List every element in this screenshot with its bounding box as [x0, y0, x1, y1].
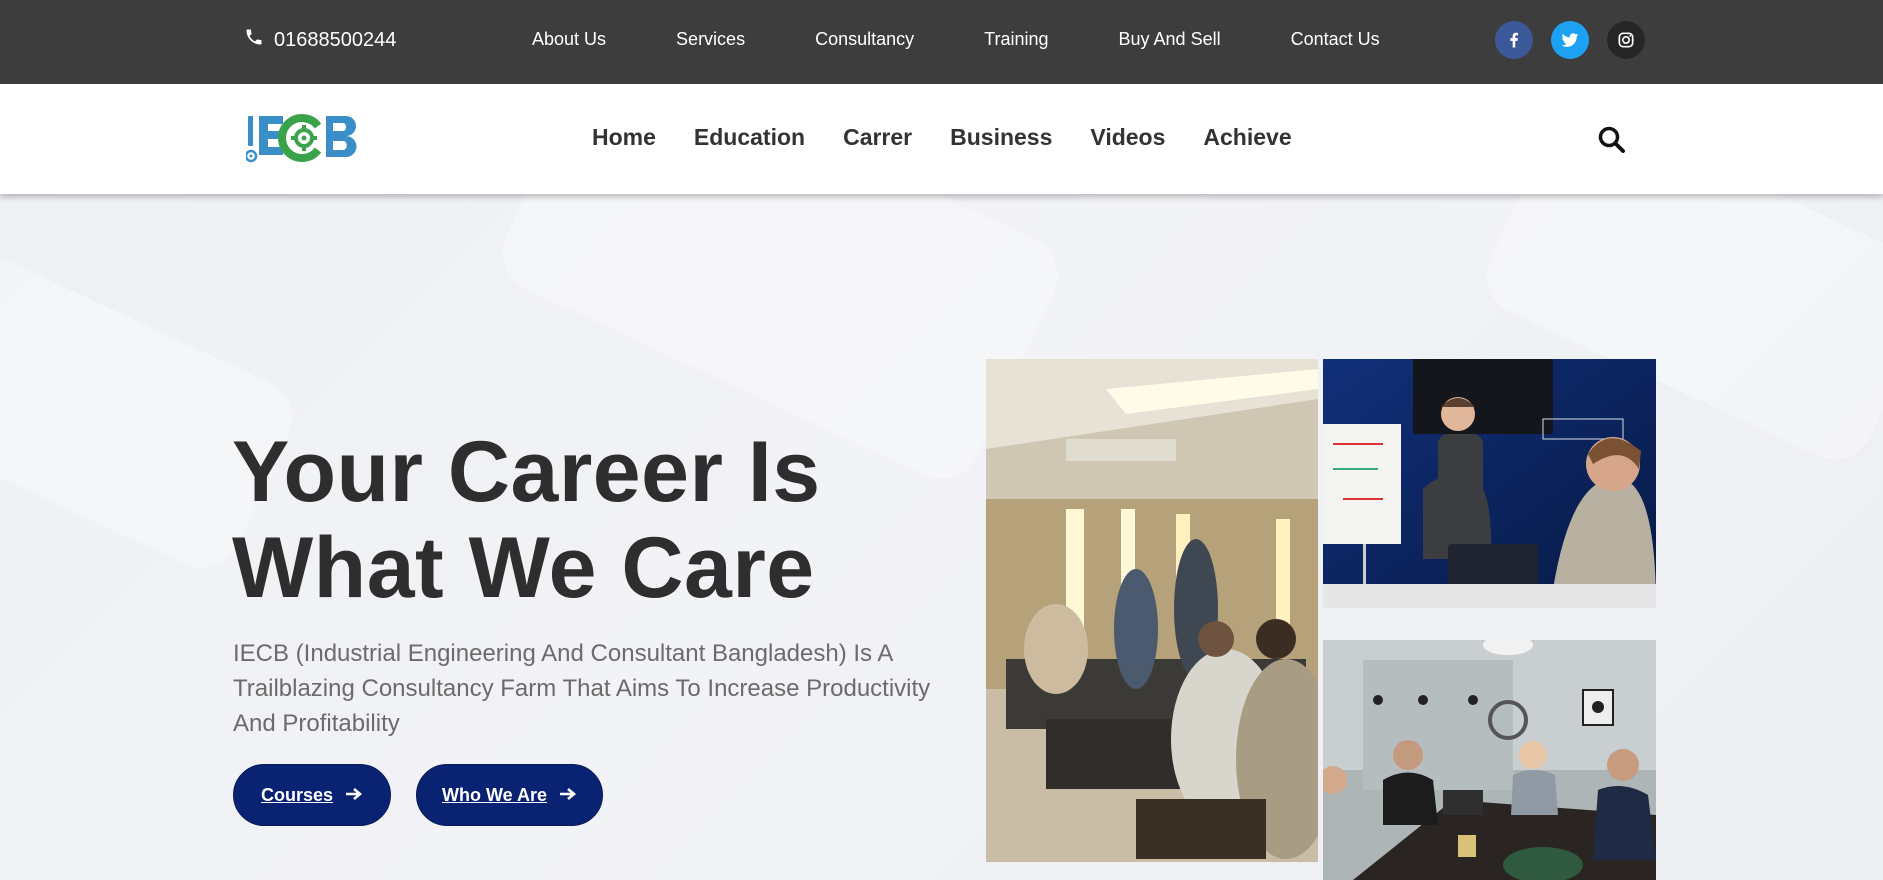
top-bar: 01688500244 About Us Services Consultanc… [0, 0, 1883, 84]
headline-line-1: Your Career Is [232, 424, 821, 520]
presentation-photo [1323, 359, 1656, 608]
top-nav-buy-and-sell[interactable]: Buy And Sell [1119, 29, 1221, 50]
courses-button[interactable]: Courses [233, 764, 391, 826]
main-nav: Home Education Carrer Business Videos Ac… [592, 124, 1292, 151]
search-icon[interactable] [1597, 125, 1627, 155]
nav-business[interactable]: Business [950, 124, 1052, 151]
top-nav-about-us[interactable]: About Us [532, 29, 606, 50]
twitter-icon[interactable] [1551, 21, 1589, 59]
hero-section: Your Career Is What We Care IECB (Indust… [0, 194, 1883, 880]
headline-line-2: What We Care [232, 520, 815, 616]
nav-videos[interactable]: Videos [1090, 124, 1165, 151]
phone-icon [244, 27, 264, 53]
social-links [1495, 21, 1645, 59]
top-nav-training[interactable]: Training [984, 29, 1048, 50]
nav-education[interactable]: Education [694, 124, 805, 151]
meeting-photo [1323, 640, 1656, 880]
top-nav: About Us Services Consultancy Training B… [532, 29, 1380, 50]
main-header: Home Education Carrer Business Videos Ac… [0, 84, 1883, 194]
hero-description: IECB (Industrial Engineering And Consult… [233, 640, 931, 737]
top-nav-consultancy[interactable]: Consultancy [815, 29, 914, 50]
who-we-are-button[interactable]: Who We Are [416, 764, 603, 826]
instagram-icon[interactable] [1607, 21, 1645, 59]
phone-number: 01688500244 [274, 28, 397, 51]
iecb-logo[interactable] [244, 112, 366, 166]
top-nav-services[interactable]: Services [676, 29, 745, 50]
who-we-are-button-label: Who We Are [441, 784, 547, 805]
seminar-photo [986, 359, 1318, 862]
nav-carrer[interactable]: Carrer [843, 124, 912, 151]
nav-home[interactable]: Home [592, 124, 656, 151]
top-nav-contact-us[interactable]: Contact Us [1291, 29, 1380, 50]
hero-headline: Your Career Is What We Care [232, 424, 821, 616]
arrow-right-icon [559, 785, 577, 806]
phone-contact[interactable]: 01688500244 [244, 27, 396, 53]
nav-achieve[interactable]: Achieve [1203, 124, 1291, 151]
arrow-right-icon [345, 785, 363, 806]
courses-button-label: Courses [260, 784, 334, 805]
facebook-icon[interactable] [1495, 21, 1533, 59]
